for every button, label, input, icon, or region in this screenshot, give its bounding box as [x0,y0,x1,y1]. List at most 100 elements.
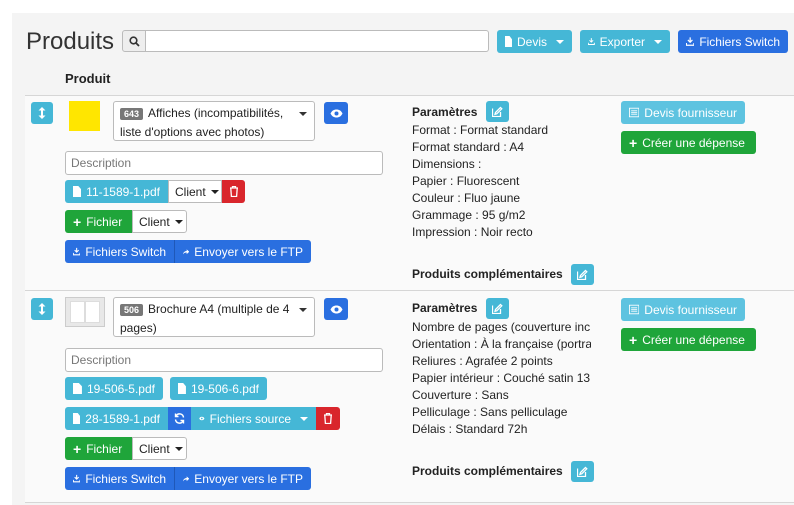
eye-icon [330,305,342,313]
param-line: Couleur : Fluo jaune [412,191,521,205]
parametres-title: Paramètres [412,105,478,119]
product-id-badge: 643 [120,108,144,120]
edit-icon [577,466,588,477]
client-label: Client [175,184,206,199]
param-line: Papier intérieur : Couché satin 13 [412,371,591,385]
file-name: 19-506-5.pdf [86,381,155,396]
edit-parametres-button[interactable] [486,101,509,122]
fichiers-switch-button[interactable]: Fichiers Switch [65,240,174,263]
product-name: Brochure A4 (multiple de 4 pages) [120,302,290,335]
devis-label: Devis [516,34,547,49]
list-icon [629,107,640,118]
chevron-down-icon [556,39,564,44]
param-line: Orientation : À la française (portra [412,337,591,351]
creer-depense-label: Créer une dépense [642,135,745,150]
send-ftp-button[interactable]: Envoyer vers le FTP [174,467,311,490]
edit-complementaires-button[interactable] [571,264,594,285]
download-icon [73,247,81,256]
delete-file-button[interactable] [222,180,245,203]
delete-file-button[interactable] [316,407,340,430]
refresh-icon [174,413,185,424]
view-product-button[interactable] [324,102,348,124]
chevron-down-icon [299,308,307,312]
param-line: Reliures : Agrafée 2 points [412,354,553,368]
trash-icon [229,186,238,197]
search-input[interactable] [146,30,489,52]
edit-parametres-button[interactable] [486,298,509,319]
devis-fournisseur-button[interactable]: Devis fournisseur [621,101,745,124]
share-arrow-icon [183,475,190,481]
product-name: Affiches (incompatibilités, liste d'opti… [120,106,284,139]
plus-icon: + [629,134,638,151]
client-dropdown[interactable]: Client [168,180,222,203]
download-icon [588,38,595,46]
edit-icon [577,269,588,280]
reorder-handle[interactable] [31,102,53,124]
file-name: 28-1589-1.pdf [85,411,160,426]
search-icon-box[interactable] [122,30,146,52]
exporter-dropdown-button[interactable]: Exporter [580,30,670,53]
file-name: 11-1589-1.pdf [86,184,160,199]
product-select[interactable]: 643 Affiches (incompatibilités, liste d'o… [113,101,315,141]
fichiers-switch-label: Fichiers Switch [699,34,780,49]
document-icon [73,383,82,394]
parametres-list: Format : Format standard Format standard… [412,122,592,241]
search-icon [128,35,140,47]
file-button[interactable]: 19-506-6.pdf [170,377,267,400]
column-header-produit: Produit [65,71,111,86]
devis-fournisseur-label: Devis fournisseur [644,302,737,317]
parametres-title: Paramètres [412,301,478,315]
creer-depense-button[interactable]: + Créer une dépense [621,328,756,351]
param-line: Format standard : A4 [412,140,525,154]
devis-dropdown-button[interactable]: Devis [497,30,572,53]
fichier-client-dropdown[interactable]: Client [132,437,187,460]
param-line: Nombre de pages (couverture inc [412,320,591,334]
edit-icon [492,303,503,314]
edit-complementaires-button[interactable] [571,461,594,482]
add-fichier-button[interactable]: + Fichier [65,210,132,233]
file-name: 19-506-6.pdf [190,381,259,396]
file-button[interactable]: 19-506-5.pdf [65,377,163,400]
reorder-handle[interactable] [31,298,53,320]
description-input[interactable]: Description [65,348,383,372]
devis-fournisseur-button[interactable]: Devis fournisseur [621,298,745,321]
file-button[interactable]: 28-1589-1.pdf [65,407,168,430]
document-icon [505,36,512,47]
chevron-down-icon [174,446,183,451]
plus-icon: + [73,440,82,457]
trash-icon [324,413,332,424]
view-product-button[interactable] [324,298,348,320]
fichiers-switch-button[interactable]: Fichiers Switch [65,467,174,490]
add-fichier-button[interactable]: + Fichier [65,437,132,460]
fichiers-switch-button[interactable]: Fichiers Switch [678,30,788,53]
fichiers-source-dropdown[interactable]: Fichiers source [191,407,316,430]
fichiers-switch-label: Fichiers Switch [85,244,166,259]
document-icon [73,413,81,424]
fichier-label: Fichier [86,441,123,456]
product-thumbnail [65,297,105,327]
parametres-list: Nombre de pages (couverture inc Orientat… [412,319,591,438]
file-button[interactable]: 11-1589-1.pdf [65,180,168,203]
document-icon [73,186,82,197]
refresh-button[interactable] [168,407,191,430]
client-label: Client [139,214,170,229]
creer-depense-button[interactable]: + Créer une dépense [621,131,756,154]
edit-icon [492,106,503,117]
chevron-down-icon [300,416,308,421]
ftp-label: Envoyer vers le FTP [194,471,303,486]
send-ftp-button[interactable]: Envoyer vers le FTP [174,240,311,263]
download-icon [73,474,81,483]
param-line: Pelliculage : Sans pelliculage [412,405,568,419]
product-select[interactable]: 506 Brochure A4 (multiple de 4 pages) [113,297,315,337]
arrows-vertical-icon [38,107,46,119]
product-id-badge: 506 [120,304,144,316]
fichiers-source-label: Fichiers source [209,411,291,426]
plus-icon: + [73,213,82,230]
description-input[interactable]: Description [65,151,383,175]
param-line: Format : Format standard [412,123,549,137]
fichier-client-dropdown[interactable]: Client [132,210,187,233]
produits-complementaires-title: Produits complémentaires [412,464,563,478]
fichiers-switch-label: Fichiers Switch [85,471,166,486]
chevron-down-icon [210,189,219,194]
download-icon [686,37,695,46]
